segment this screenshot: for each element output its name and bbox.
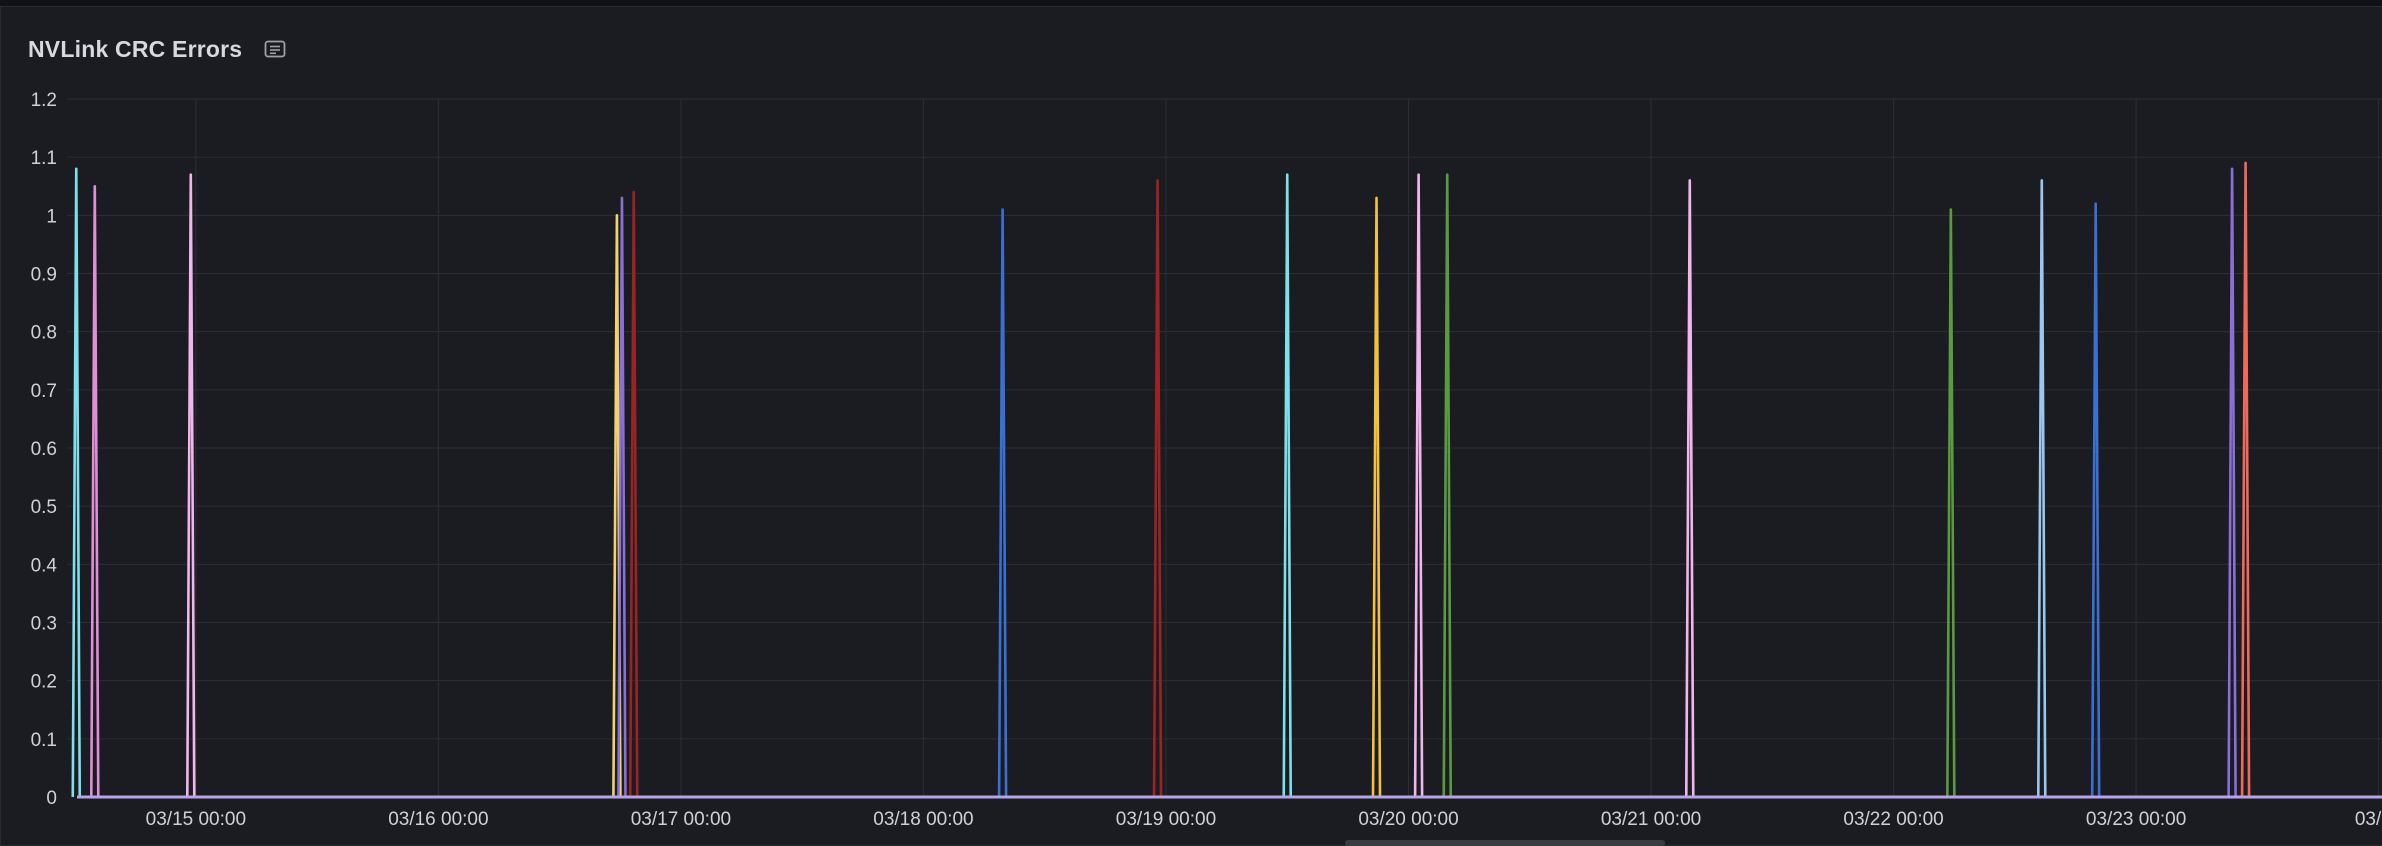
grid-layer [67, 98, 2382, 797]
y-tick-label: 0.7 [31, 381, 57, 402]
series-spike [2227, 167, 2237, 798]
series-spike [89, 184, 100, 798]
series-spike [1442, 173, 1453, 798]
y-tick-label: 1.1 [31, 148, 57, 169]
series-spike [2090, 202, 2101, 798]
series-spike [71, 167, 82, 798]
x-axis: 03/15 00:00 03/16 00:00 03/17 00:00 03/18 0… [146, 809, 2382, 830]
y-tick-label: 0.6 [31, 439, 57, 460]
series-spike [2036, 179, 2047, 798]
series-spike [2240, 161, 2251, 798]
x-tick-label: 03/16 00:00 [388, 809, 488, 830]
x-tick-label: 03/19 00:00 [1116, 809, 1216, 830]
x-tick-label: 03/17 00:00 [631, 809, 731, 830]
y-tick-label: 1.2 [31, 90, 57, 111]
x-tick-label: 03/21 00:00 [1601, 809, 1701, 830]
series-spike [1282, 173, 1293, 798]
y-tick-label: 0.5 [31, 497, 57, 518]
y-tick-label: 0.8 [31, 323, 57, 344]
x-tick-label: 03/23 00:00 [2086, 809, 2186, 830]
series-spike [1946, 208, 1956, 798]
y-axis: 0 0.1 0.2 0.3 0.4 0.5 0.6 0.7 0.8 0.9 1 1.1 1.2 [31, 90, 58, 809]
series-spike [1371, 196, 1382, 798]
x-tick-label: 03/24 [2355, 809, 2382, 830]
time-series-chart: 0 0.1 0.2 0.3 0.4 0.5 0.6 0.7 0.8 0.9 1 1.1 1.2 03/1… [31, 90, 2382, 830]
x-tick-label: 03/20 00:00 [1358, 809, 1458, 830]
x-tick-label: 03/22 00:00 [1843, 809, 1943, 830]
y-tick-label: 0 [46, 788, 57, 809]
series-spike [1152, 179, 1163, 798]
series-spike [617, 196, 627, 798]
y-tick-label: 0.4 [31, 555, 58, 576]
x-tick-label: 03/15 00:00 [146, 809, 246, 830]
y-tick-label: 1 [46, 206, 57, 227]
y-tick-label: 0.2 [31, 672, 57, 693]
series-spike [997, 208, 1008, 798]
series-layer [71, 161, 2382, 799]
series-spike [628, 190, 639, 798]
x-tick-label: 03/18 00:00 [873, 809, 973, 830]
series-spike [1684, 179, 1695, 798]
y-tick-label: 0.3 [31, 614, 57, 635]
series-spike [1413, 173, 1424, 798]
horizontal-scrollbar[interactable] [1345, 840, 1665, 846]
series-spike [185, 173, 196, 798]
y-tick-label: 0.9 [31, 265, 57, 286]
y-tick-label: 0.1 [31, 730, 57, 751]
